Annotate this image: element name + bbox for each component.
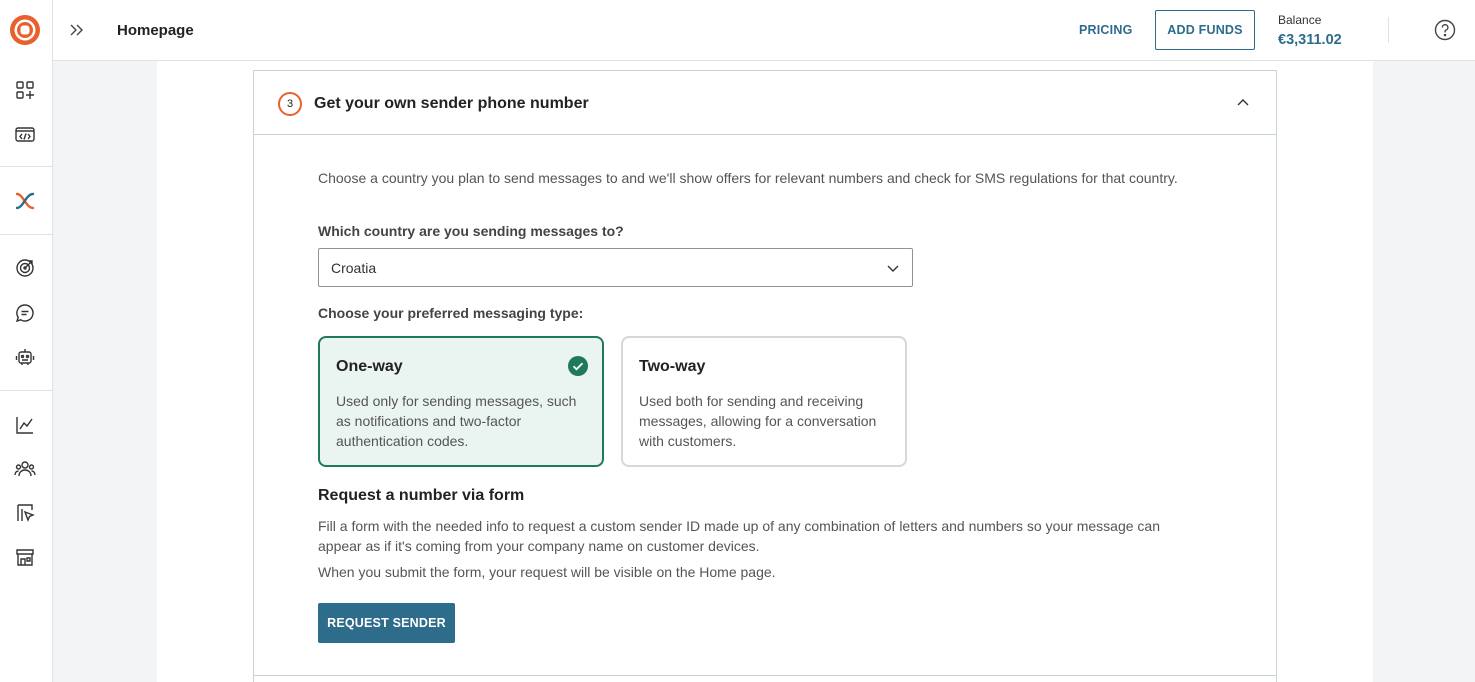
card-header[interactable]: 3 Get your own sender phone number (254, 71, 1276, 135)
checkmark-icon (568, 356, 588, 376)
country-select[interactable]: Croatia (318, 248, 913, 287)
two-way-option[interactable]: Two-way Used both for sending and receiv… (621, 336, 907, 467)
brand-logo-icon[interactable] (9, 14, 41, 46)
top-header: Homepage PRICING ADD FUNDS Balance €3,31… (53, 0, 1475, 61)
analytics-chart-icon[interactable] (13, 413, 37, 437)
card-title: Get your own sender phone number (314, 95, 589, 112)
expand-sidebar-icon[interactable] (67, 20, 87, 40)
option-title: One-way (336, 358, 403, 375)
step-number-badge: 3 (278, 92, 302, 116)
chevron-down-icon (886, 261, 900, 275)
people-icon[interactable] (13, 457, 37, 481)
option-title: Two-way (639, 358, 706, 375)
balance-value: €3,311.02 (1278, 32, 1342, 48)
store-icon[interactable] (13, 545, 37, 569)
request-note: When you submit the form, your request w… (318, 564, 776, 580)
one-way-option[interactable]: One-way Used only for sending messages, … (318, 336, 604, 467)
country-select-value: Croatia (331, 260, 377, 276)
messaging-type-label: Choose your preferred messaging type: (318, 305, 584, 321)
exchange-logo-icon[interactable] (13, 189, 37, 213)
section-description: Choose a country you plan to send messag… (318, 170, 1178, 186)
chat-icon[interactable] (13, 301, 37, 325)
sender-number-card: 3 Get your own sender phone number Choos… (253, 70, 1277, 682)
page-title: Homepage (117, 22, 194, 39)
balance-label: Balance (1278, 13, 1322, 27)
request-description: Fill a form with the needed info to requ… (318, 518, 1161, 554)
option-description: Used both for sending and receiving mess… (639, 393, 877, 449)
card-divider (254, 675, 1276, 676)
pricing-link[interactable]: PRICING (1079, 23, 1133, 37)
option-description: Used only for sending messages, such as … (336, 393, 577, 449)
target-icon[interactable] (13, 256, 37, 280)
help-icon[interactable] (1434, 19, 1456, 41)
request-title: Request a number via form (318, 487, 525, 504)
request-sender-button[interactable]: REQUEST SENDER (318, 603, 455, 643)
sidebar (0, 0, 53, 682)
campaign-pointer-icon[interactable] (13, 501, 37, 525)
robot-icon[interactable] (13, 345, 37, 369)
country-label: Which country are you sending messages t… (318, 223, 624, 239)
add-funds-button[interactable]: ADD FUNDS (1155, 10, 1255, 50)
chevron-up-icon[interactable] (1235, 95, 1251, 111)
apps-add-icon[interactable] (13, 78, 37, 102)
code-window-icon[interactable] (13, 122, 37, 146)
header-divider (1388, 17, 1389, 43)
